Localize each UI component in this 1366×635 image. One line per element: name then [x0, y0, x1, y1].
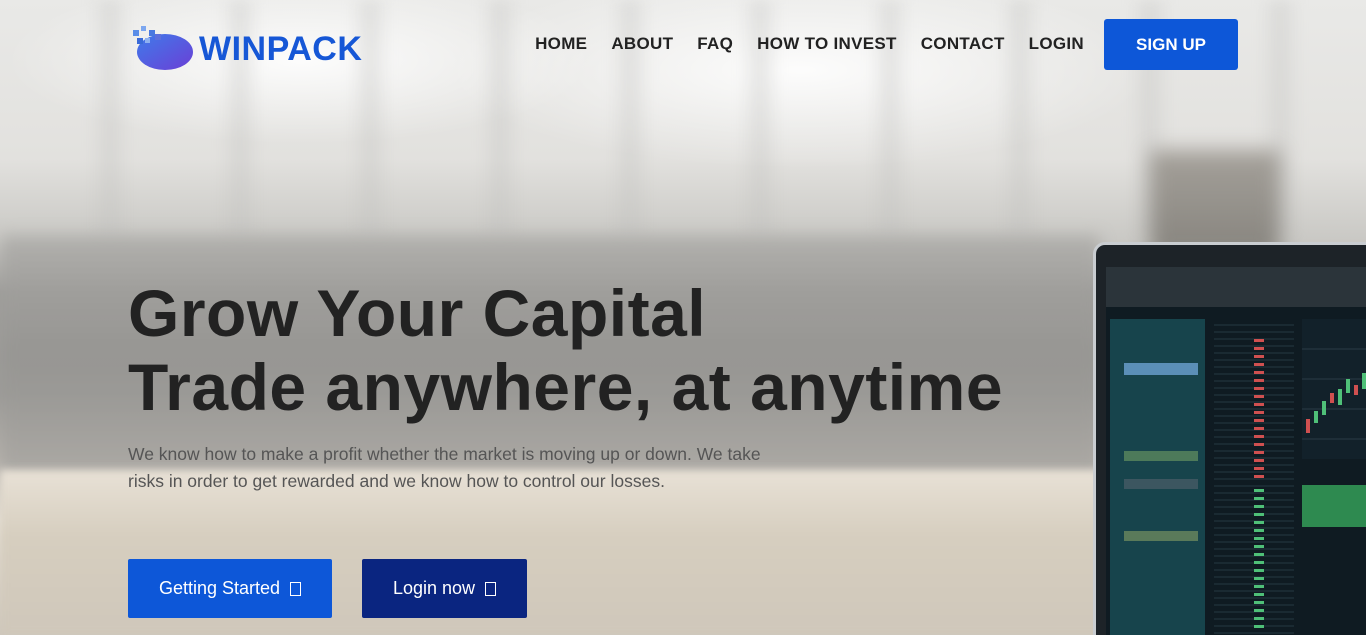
screen-order-book	[1214, 319, 1294, 635]
laptop-screen	[1106, 267, 1366, 635]
login-now-label: Login now	[392, 578, 476, 598]
brand-logo[interactable]: WINPACK	[131, 24, 362, 74]
site-header: WINPACK HOME ABOUT FAQ HOW TO INVEST CON…	[0, 0, 1366, 90]
hero-title-line-1: Grow Your Capital	[128, 276, 707, 350]
hero-subtitle: We know how to make a profit whether the…	[128, 444, 761, 491]
screen-price-chart	[1302, 319, 1366, 459]
box-glyph-icon	[290, 581, 302, 596]
nav-contact[interactable]: CONTACT	[921, 34, 1005, 54]
main-nav: HOME ABOUT FAQ HOW TO INVEST CONTACT LOG…	[535, 34, 1084, 54]
screen-toolbar	[1106, 267, 1366, 307]
nav-about[interactable]: ABOUT	[611, 34, 673, 54]
nav-login[interactable]: LOGIN	[1029, 34, 1084, 54]
hero-title-line-2: Trade anywhere, at anytime	[128, 350, 1004, 424]
hero-title: Grow Your Capital Trade anywhere, at any…	[128, 276, 1003, 424]
screen-order-panel	[1110, 319, 1205, 635]
screen-depth-chart	[1302, 467, 1366, 527]
getting-started-label: Getting Started	[158, 578, 281, 598]
box-glyph-icon	[485, 581, 497, 596]
nav-faq[interactable]: FAQ	[697, 34, 733, 54]
signup-button[interactable]: SIGN UP	[1104, 19, 1238, 70]
logo-cube-icon	[133, 26, 193, 70]
brand-name: WINPACK	[199, 29, 363, 68]
login-now-button[interactable]: Login now	[362, 559, 527, 618]
nav-home[interactable]: HOME	[535, 34, 587, 54]
laptop-image	[1093, 242, 1366, 635]
nav-how-to-invest[interactable]: HOW TO INVEST	[757, 34, 897, 54]
getting-started-button[interactable]: Getting Started	[128, 559, 332, 618]
